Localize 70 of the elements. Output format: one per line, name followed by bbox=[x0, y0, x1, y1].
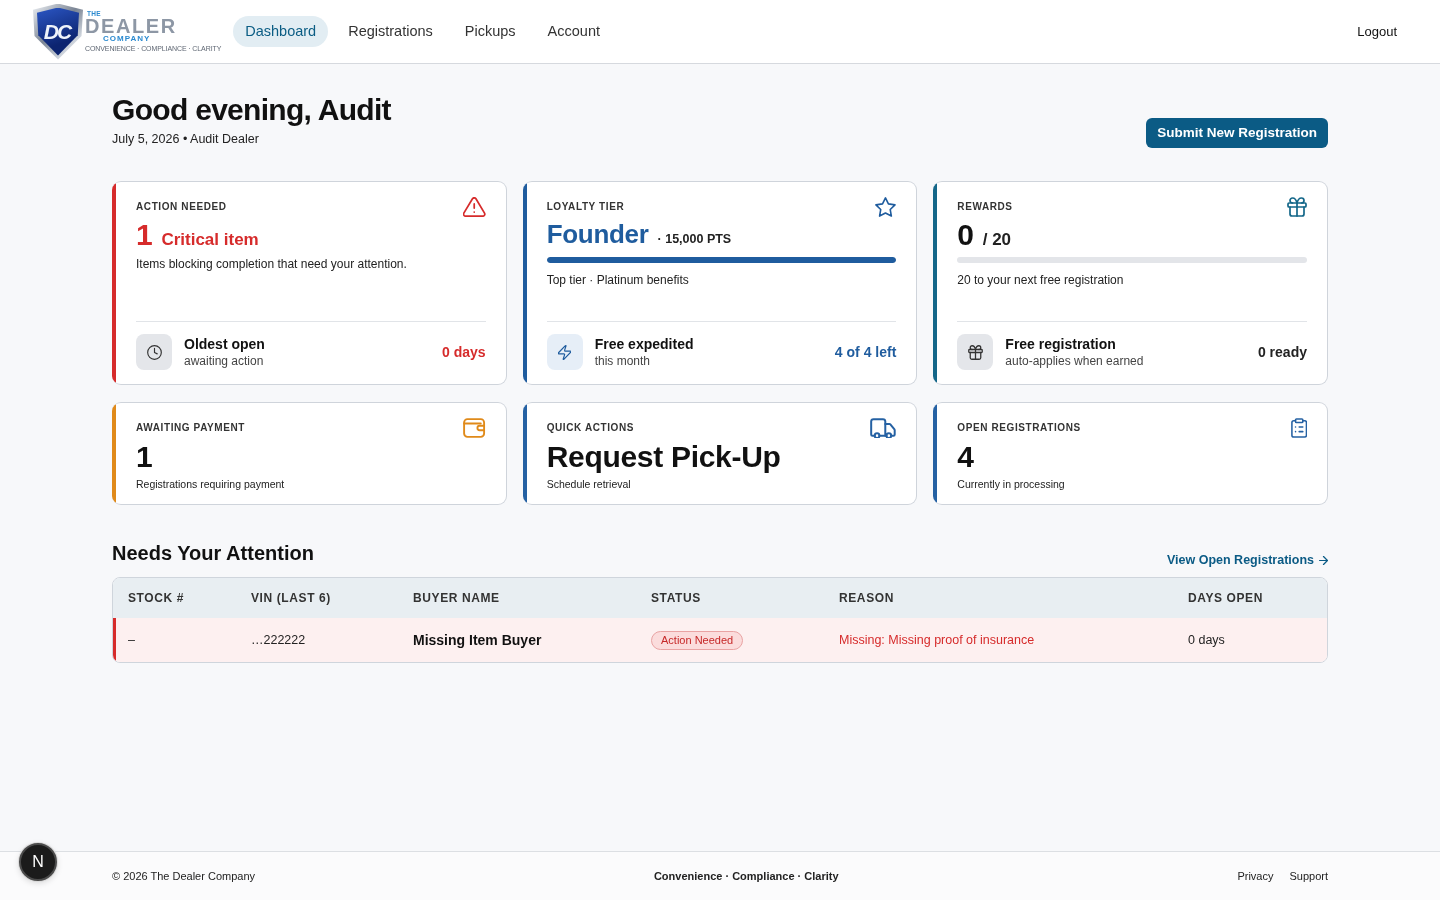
status-badge: Action Needed bbox=[651, 631, 744, 650]
column-header: VIN (LAST 6) bbox=[250, 591, 332, 605]
nav-tab[interactable]: Account bbox=[535, 16, 612, 47]
stat-subtitle: awaiting action bbox=[184, 353, 265, 369]
column-header: STATUS bbox=[650, 591, 702, 605]
table-cell-text: – bbox=[127, 633, 136, 647]
star-icon bbox=[875, 197, 897, 217]
stat-subtitle: this month bbox=[594, 353, 651, 369]
stat-value: 0 days bbox=[442, 344, 486, 360]
dev-tools-button[interactable]: N bbox=[19, 843, 57, 881]
wallet-icon bbox=[463, 418, 486, 438]
column-header: STOCK # bbox=[127, 591, 185, 605]
card-value: 4 bbox=[957, 441, 974, 472]
footer-link[interactable]: Support bbox=[1289, 870, 1328, 882]
card-description: Schedule retrieval bbox=[546, 478, 632, 491]
greeting-subtitle: July 5, 2026 • Audit Dealer bbox=[112, 132, 260, 147]
card-unit: / 20 bbox=[982, 230, 1012, 250]
table-cell-text: 0 days bbox=[1187, 633, 1226, 647]
card-description: Top tier · Platinum benefits bbox=[546, 272, 690, 288]
card-unit: · 15,000 PTS bbox=[657, 232, 732, 246]
copyright-text: © 2026 The Dealer Company bbox=[112, 870, 256, 882]
logout-button[interactable]: Logout bbox=[1357, 20, 1397, 43]
card-value: 0 bbox=[957, 219, 974, 250]
column-header: REASON bbox=[838, 591, 895, 605]
card-unit: Critical item bbox=[161, 230, 259, 250]
card-value: Founder bbox=[546, 219, 649, 250]
card-label: QUICK ACTIONS bbox=[546, 422, 635, 434]
stat-value: 0 ready bbox=[1257, 344, 1307, 360]
warning-icon bbox=[463, 197, 486, 217]
submit-registration-button[interactable]: Submit New Registration bbox=[1146, 118, 1328, 148]
stat-title: Oldest open bbox=[184, 335, 266, 353]
clipboard-icon bbox=[1290, 418, 1307, 438]
clock-icon bbox=[136, 334, 172, 370]
card-value: 1 bbox=[136, 219, 153, 250]
card-description: Items blocking completion that need your attention. bbox=[136, 256, 408, 272]
column-header: BUYER NAME bbox=[412, 591, 501, 605]
table-cell-text: …222222 bbox=[250, 633, 307, 647]
card-label: AWAITING PAYMENT bbox=[136, 422, 246, 434]
column-header: DAYS OPEN bbox=[1187, 591, 1264, 605]
card-value: Request Pick-Up bbox=[546, 441, 781, 472]
table-cell-text: Missing Item Buyer bbox=[412, 632, 543, 648]
truck-icon bbox=[870, 418, 897, 438]
card-description: Currently in processing bbox=[957, 478, 1066, 491]
card-label: OPEN REGISTRATIONS bbox=[957, 422, 1081, 434]
card-label: REWARDS bbox=[957, 201, 1013, 213]
stat-title: Free registration bbox=[1005, 335, 1117, 353]
card-label: LOYALTY TIER bbox=[546, 201, 625, 213]
footer-tagline: Convenience · Compliance · Clarity bbox=[653, 870, 839, 882]
card-value: 1 bbox=[136, 441, 153, 472]
card-label: ACTION NEEDED bbox=[136, 201, 227, 213]
greeting-title: Good evening, Audit bbox=[112, 93, 391, 127]
gift-icon bbox=[957, 334, 994, 370]
nav-tab[interactable]: Pickups bbox=[452, 16, 528, 47]
stat-title: Free expedited bbox=[594, 335, 695, 353]
nav-tab[interactable]: Registrations bbox=[336, 16, 445, 47]
logo-wordmark: DEALER bbox=[85, 17, 177, 36]
table-cell-text: Missing: Missing proof of insurance bbox=[838, 633, 1036, 647]
section-title: Needs Your Attention bbox=[112, 541, 314, 565]
stat-value: 4 of 4 left bbox=[834, 344, 897, 360]
logo-text: COMPANY bbox=[103, 35, 151, 44]
lightning-icon bbox=[546, 334, 583, 370]
stat-subtitle: auto-applies when earned bbox=[1005, 353, 1145, 369]
view-open-registrations-link[interactable]: View Open Registrations bbox=[1166, 553, 1328, 567]
card-description: 20 to your next free registration bbox=[957, 272, 1125, 288]
card-description: Registrations requiring payment bbox=[136, 478, 286, 491]
logo-shield: DC bbox=[33, 3, 83, 60]
gift-icon bbox=[1287, 197, 1307, 217]
footer-link[interactable]: Privacy bbox=[1237, 870, 1274, 882]
arrow-right-icon bbox=[1319, 555, 1328, 565]
nav-tab[interactable]: Dashboard bbox=[233, 16, 329, 47]
